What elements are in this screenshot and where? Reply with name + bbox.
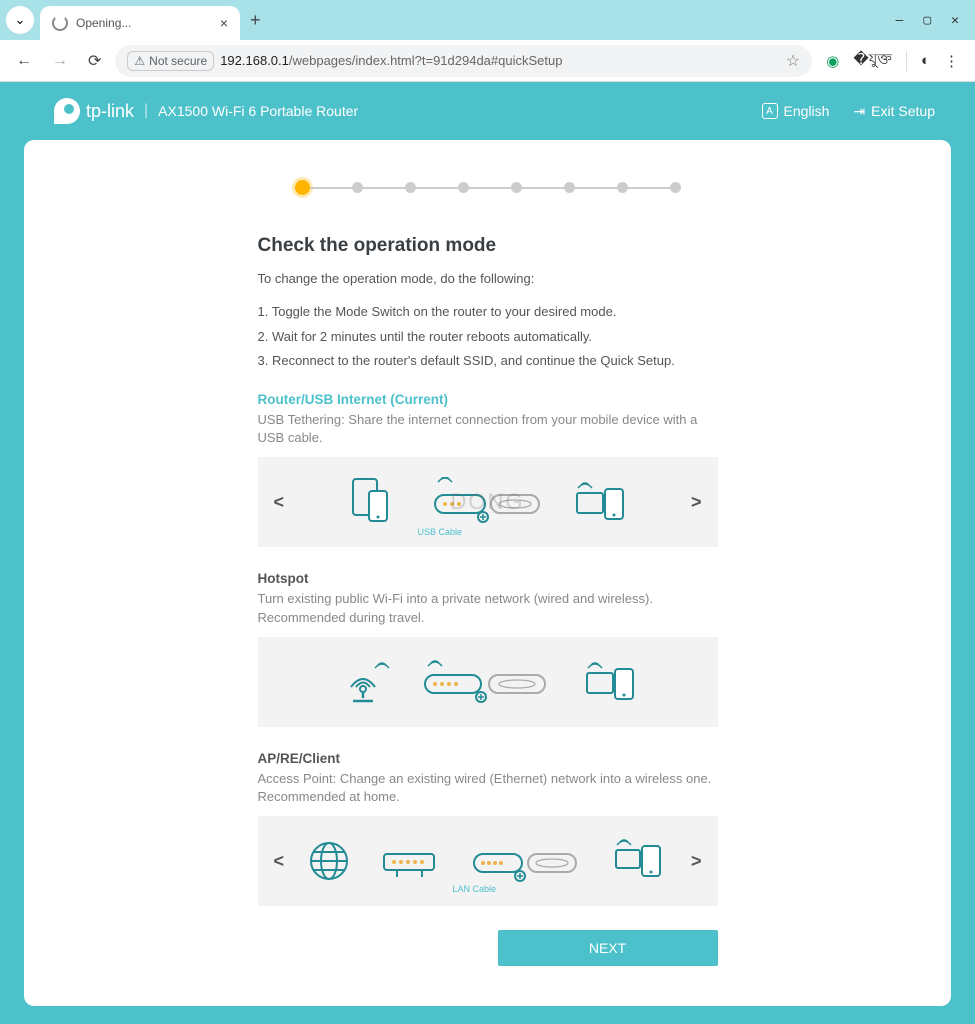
hotspot-client-icon xyxy=(583,657,643,707)
address-bar[interactable]: ⚠ Not secure 192.168.0.1/webpages/index.… xyxy=(115,45,812,77)
toolbar-actions: ◉ �যুক্ত ◐ ⋮ xyxy=(820,48,965,73)
warning-icon: ⚠ xyxy=(134,54,145,68)
brand-logo: tp-link xyxy=(54,98,134,124)
not-secure-label: Not secure xyxy=(149,54,207,68)
existing-router-icon xyxy=(382,836,442,886)
step-line xyxy=(575,187,617,189)
page-title: Check the operation mode xyxy=(258,235,718,257)
mode-title-router: Router/USB Internet (Current) xyxy=(258,392,718,407)
progress-stepper xyxy=(24,180,951,195)
window-controls: — ▢ ✕ xyxy=(896,13,975,28)
carousel-next-icon[interactable]: > xyxy=(691,851,702,872)
ap-router-icon xyxy=(472,836,582,886)
intro-text: To change the operation mode, do the fol… xyxy=(258,271,718,286)
step-dot-7 xyxy=(617,182,628,193)
ap-client-icon xyxy=(612,836,670,886)
diagram-ap: < > LAN Cable xyxy=(258,816,718,906)
step-dot-4 xyxy=(458,182,469,193)
carousel-next-icon[interactable]: > xyxy=(691,492,702,513)
minimize-button[interactable]: — xyxy=(896,13,904,28)
step-dot-6 xyxy=(564,182,575,193)
close-window-button[interactable]: ✕ xyxy=(951,13,959,28)
brand-name: tp-link xyxy=(86,101,134,122)
step-line xyxy=(628,187,670,189)
maximize-button[interactable]: ▢ xyxy=(923,13,931,28)
browser-tab[interactable]: Opening... × xyxy=(40,6,240,40)
menu-icon[interactable]: ⋮ xyxy=(944,52,959,70)
tplink-logo-icon xyxy=(54,98,80,124)
tab-title: Opening... xyxy=(76,16,212,30)
mode-desc-router: USB Tethering: Share the internet connec… xyxy=(258,411,718,447)
diagram-cable-label: USB Cable xyxy=(418,527,463,537)
next-button[interactable]: NEXT xyxy=(498,930,718,966)
step-line xyxy=(363,187,405,189)
step-dot-3 xyxy=(405,182,416,193)
loading-spinner-icon xyxy=(52,15,68,31)
content-area: Check the operation mode To change the o… xyxy=(258,235,718,906)
reload-button[interactable]: ⟳ xyxy=(82,51,107,71)
window-titlebar: ⌄ Opening... × + — ▢ ✕ xyxy=(0,0,975,40)
step-dot-5 xyxy=(511,182,522,193)
mode-desc-hotspot: Turn existing public Wi-Fi into a privat… xyxy=(258,590,718,626)
step-line xyxy=(416,187,458,189)
divider xyxy=(906,51,907,71)
chevron-down-icon: ⌄ xyxy=(15,12,26,28)
profile-icon[interactable]: ◐ xyxy=(921,52,930,69)
extensions-icon[interactable]: �যুক্ত xyxy=(853,48,892,73)
language-button[interactable]: A English xyxy=(762,103,830,119)
instruction-list: 1. Toggle the Mode Switch on the router … xyxy=(258,300,718,374)
instruction-step: 2. Wait for 2 minutes until the router r… xyxy=(258,325,718,350)
tab-search-button[interactable]: ⌄ xyxy=(6,6,34,34)
setup-card: Check the operation mode To change the o… xyxy=(24,140,951,1006)
app-background: tp-link | AX1500 Wi-Fi 6 Portable Router… xyxy=(0,82,975,1024)
phone-device-icon xyxy=(343,477,403,527)
globe-icon xyxy=(306,838,352,884)
grammarly-icon[interactable]: ◉ xyxy=(826,52,839,70)
hotspot-router-icon xyxy=(423,657,553,707)
step-line xyxy=(310,187,352,189)
language-label: English xyxy=(784,103,830,119)
bookmark-icon[interactable]: ☆ xyxy=(786,51,800,71)
diagram-cable-label: LAN Cable xyxy=(453,884,497,894)
carousel-prev-icon[interactable]: < xyxy=(274,851,285,872)
router-device-icon xyxy=(433,477,543,527)
language-icon: A xyxy=(762,103,778,119)
client-device-icon xyxy=(573,477,633,527)
new-tab-button[interactable]: + xyxy=(250,10,261,31)
forward-button[interactable]: → xyxy=(46,52,74,70)
carousel-prev-icon[interactable]: < xyxy=(274,492,285,513)
exit-icon: ⇥ xyxy=(853,103,865,120)
security-chip[interactable]: ⚠ Not secure xyxy=(127,51,214,71)
back-button[interactable]: ← xyxy=(10,52,38,70)
diagram-hotspot xyxy=(258,637,718,727)
step-dot-2 xyxy=(352,182,363,193)
mode-desc-ap: Access Point: Change an existing wired (… xyxy=(258,770,718,806)
step-line xyxy=(522,187,564,189)
separator: | xyxy=(144,102,148,120)
step-line xyxy=(469,187,511,189)
mode-title-hotspot: Hotspot xyxy=(258,571,718,586)
browser-toolbar: ← → ⟳ ⚠ Not secure 192.168.0.1/webpages/… xyxy=(0,40,975,82)
exit-setup-button[interactable]: ⇥ Exit Setup xyxy=(853,103,935,120)
mode-title-ap: AP/RE/Client xyxy=(258,751,718,766)
url-text: 192.168.0.1/webpages/index.html?t=91d294… xyxy=(220,53,562,68)
step-dot-1 xyxy=(295,180,310,195)
public-wifi-icon xyxy=(333,657,393,707)
diagram-router: < > USB Cable DONG xyxy=(258,457,718,547)
instruction-step: 1. Toggle the Mode Switch on the router … xyxy=(258,300,718,325)
product-name: AX1500 Wi-Fi 6 Portable Router xyxy=(158,103,358,119)
step-dot-8 xyxy=(670,182,681,193)
close-icon[interactable]: × xyxy=(220,15,228,31)
exit-label: Exit Setup xyxy=(871,103,935,119)
instruction-step: 3. Reconnect to the router's default SSI… xyxy=(258,349,718,374)
app-header: tp-link | AX1500 Wi-Fi 6 Portable Router… xyxy=(0,82,975,140)
